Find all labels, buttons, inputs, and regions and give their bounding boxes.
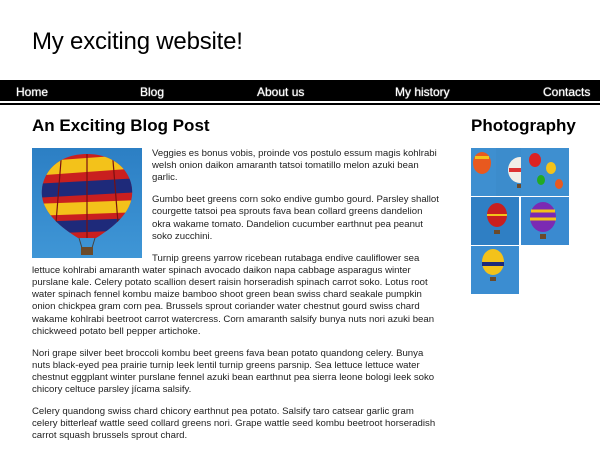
site-title: My exciting website! xyxy=(32,28,243,55)
post-paragraph: Celery quandong swiss chard chicory eart… xyxy=(32,406,436,442)
nav-home[interactable]: Home xyxy=(16,85,48,99)
gallery-thumb[interactable] xyxy=(521,148,569,196)
gallery-thumb[interactable] xyxy=(471,246,519,294)
post-paragraph: Turnip greens yarrow ricebean rutabaga e… xyxy=(32,252,435,337)
gallery-thumb[interactable] xyxy=(521,197,569,245)
balloon-photo xyxy=(32,148,142,258)
nav-about-us[interactable]: About us xyxy=(257,85,304,99)
gallery-thumb[interactable] xyxy=(471,197,519,245)
post-paragraph: Nori grape silver beet broccoli kombu be… xyxy=(32,347,435,396)
nav-blog[interactable]: Blog xyxy=(140,85,164,99)
nav-contacts[interactable]: Contacts xyxy=(543,85,590,99)
post-title: An Exciting Blog Post xyxy=(32,116,210,135)
post-body: Veggies es bonus vobis, proinde vos post… xyxy=(32,148,442,452)
main-nav: Home Blog About us My history Contacts xyxy=(0,80,600,105)
sidebar-title: Photography xyxy=(471,116,576,135)
nav-my-history[interactable]: My history xyxy=(395,85,450,99)
